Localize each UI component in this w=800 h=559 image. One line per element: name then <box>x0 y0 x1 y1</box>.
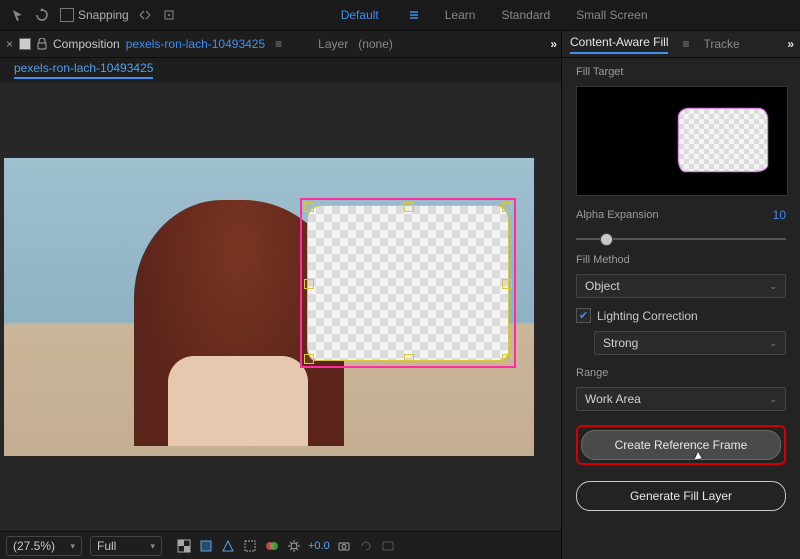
create-reference-frame-label: Create Reference Frame <box>615 438 748 452</box>
content-aware-fill-panel: Content-Aware Fill ≡ Tracke » Fill Targe… <box>561 31 800 559</box>
right-panel-tabs: Content-Aware Fill ≡ Tracke » <box>562 31 800 58</box>
mask-handle[interactable] <box>304 354 314 364</box>
zoom-dropdown[interactable]: (27.5%) ▾ <box>6 536 82 556</box>
caret-down-icon: ⌄ <box>769 281 777 292</box>
mask-handle[interactable] <box>304 279 314 289</box>
lighting-correction-toggle[interactable]: ✔ Lighting Correction <box>576 308 786 323</box>
composition-subtab[interactable]: pexels-ron-lach-10493425 <box>14 61 153 79</box>
resolution-dropdown[interactable]: Full ▾ <box>90 536 162 556</box>
checkbox-checked-icon: ✔ <box>576 308 591 323</box>
workspace-default[interactable]: Default <box>341 8 379 22</box>
workspace-small-screen[interactable]: Small Screen <box>576 8 647 22</box>
caret-down-icon: ▾ <box>70 541 75 552</box>
selection-tool-icon[interactable] <box>10 7 26 23</box>
composition-panel: × Composition pexels-ron-lach-10493425 ≡… <box>0 31 561 559</box>
composition-name[interactable]: pexels-ron-lach-10493425 <box>126 37 265 51</box>
cursor-icon <box>695 452 704 462</box>
snapping-toggle[interactable]: Snapping <box>60 8 129 22</box>
viewer-canvas[interactable] <box>4 158 534 456</box>
caret-down-icon: ⌄ <box>769 394 777 405</box>
mask-transparent-area[interactable] <box>308 206 508 360</box>
lighting-correction-label: Lighting Correction <box>597 309 698 323</box>
caret-down-icon: ⌄ <box>769 338 777 349</box>
mask-visibility-icon[interactable] <box>198 538 214 554</box>
workspace-switcher: Default Learn Standard Small Screen <box>341 8 648 22</box>
range-label: Range <box>576 367 786 379</box>
lighting-strength-dropdown[interactable]: Strong ⌄ <box>594 331 786 355</box>
mask-handle[interactable] <box>502 279 512 289</box>
resolution-value: Full <box>97 539 116 553</box>
composition-subtab-bar: pexels-ron-lach-10493425 <box>0 58 561 82</box>
create-reference-frame-highlight: Create Reference Frame <box>576 425 786 465</box>
panel-overflow-icon[interactable]: » <box>787 37 792 51</box>
alpha-expansion-value[interactable]: 10 <box>773 208 786 222</box>
transparency-grid-icon[interactable] <box>176 538 192 554</box>
composition-panel-label: Composition <box>53 37 120 51</box>
panel-overflow-icon[interactable]: » <box>550 37 555 51</box>
fill-method-label: Fill Method <box>576 254 786 266</box>
timecode-icon[interactable] <box>380 538 396 554</box>
refresh-icon[interactable] <box>358 538 374 554</box>
snap-bounds-icon[interactable] <box>161 7 177 23</box>
guides-icon[interactable] <box>220 538 236 554</box>
fill-target-preview[interactable] <box>576 86 788 196</box>
mask-handle[interactable] <box>404 202 414 212</box>
mask-region-highlight <box>300 198 516 368</box>
range-value: Work Area <box>585 392 641 406</box>
rotate-tool-icon[interactable] <box>34 7 50 23</box>
generate-fill-layer-button[interactable]: Generate Fill Layer <box>576 481 786 511</box>
mask-handle[interactable] <box>304 202 314 212</box>
layer-none-label: (none) <box>358 37 393 51</box>
viewer-footer-bar: (27.5%) ▾ Full ▾ +0.0 <box>0 531 561 559</box>
generate-fill-layer-label: Generate Fill Layer <box>630 489 732 503</box>
mask-handle[interactable] <box>502 202 512 212</box>
snap-mode-icon[interactable] <box>137 7 153 23</box>
snapping-label: Snapping <box>78 8 129 22</box>
composition-color-swatch[interactable] <box>19 38 31 50</box>
fill-target-shape <box>679 109 767 171</box>
tab-content-aware-fill[interactable]: Content-Aware Fill <box>570 35 668 54</box>
composition-viewer[interactable] <box>0 82 561 531</box>
lock-icon[interactable] <box>37 38 47 50</box>
workspace-learn[interactable]: Learn <box>445 8 476 22</box>
exposure-icon[interactable] <box>286 538 302 554</box>
mask-handle[interactable] <box>502 354 512 364</box>
slider-thumb[interactable] <box>600 233 613 246</box>
channel-icon[interactable] <box>264 538 280 554</box>
alpha-expansion-label: Alpha Expansion <box>576 209 659 221</box>
composition-tab-bar: × Composition pexels-ron-lach-10493425 ≡… <box>0 31 561 58</box>
caret-down-icon: ▾ <box>150 541 155 552</box>
alpha-expansion-slider[interactable] <box>576 232 786 246</box>
workspace-standard[interactable]: Standard <box>501 8 550 22</box>
region-of-interest-icon[interactable] <box>242 538 258 554</box>
snapping-checkbox-icon <box>60 8 74 22</box>
top-toolbar: Snapping Default Learn Standard Small Sc… <box>0 0 800 31</box>
create-reference-frame-button[interactable]: Create Reference Frame <box>581 430 781 460</box>
zoom-value: (27.5%) <box>13 539 55 553</box>
range-dropdown[interactable]: Work Area ⌄ <box>576 387 786 411</box>
fill-method-value: Object <box>585 279 620 293</box>
exposure-value[interactable]: +0.0 <box>308 540 330 552</box>
fill-target-label: Fill Target <box>576 66 786 78</box>
lighting-strength-value: Strong <box>603 336 638 350</box>
layer-panel-label[interactable]: Layer <box>318 37 348 51</box>
tab-tracker[interactable]: Tracke <box>704 37 740 51</box>
panel-menu-icon[interactable]: ≡ <box>682 37 689 51</box>
mask-handle[interactable] <box>404 354 414 364</box>
fill-method-dropdown[interactable]: Object ⌄ <box>576 274 786 298</box>
workspace-menu-icon[interactable] <box>409 10 419 20</box>
composition-menu-icon[interactable]: ≡ <box>275 37 282 51</box>
snapshot-icon[interactable] <box>336 538 352 554</box>
close-tab-icon[interactable]: × <box>6 37 13 51</box>
